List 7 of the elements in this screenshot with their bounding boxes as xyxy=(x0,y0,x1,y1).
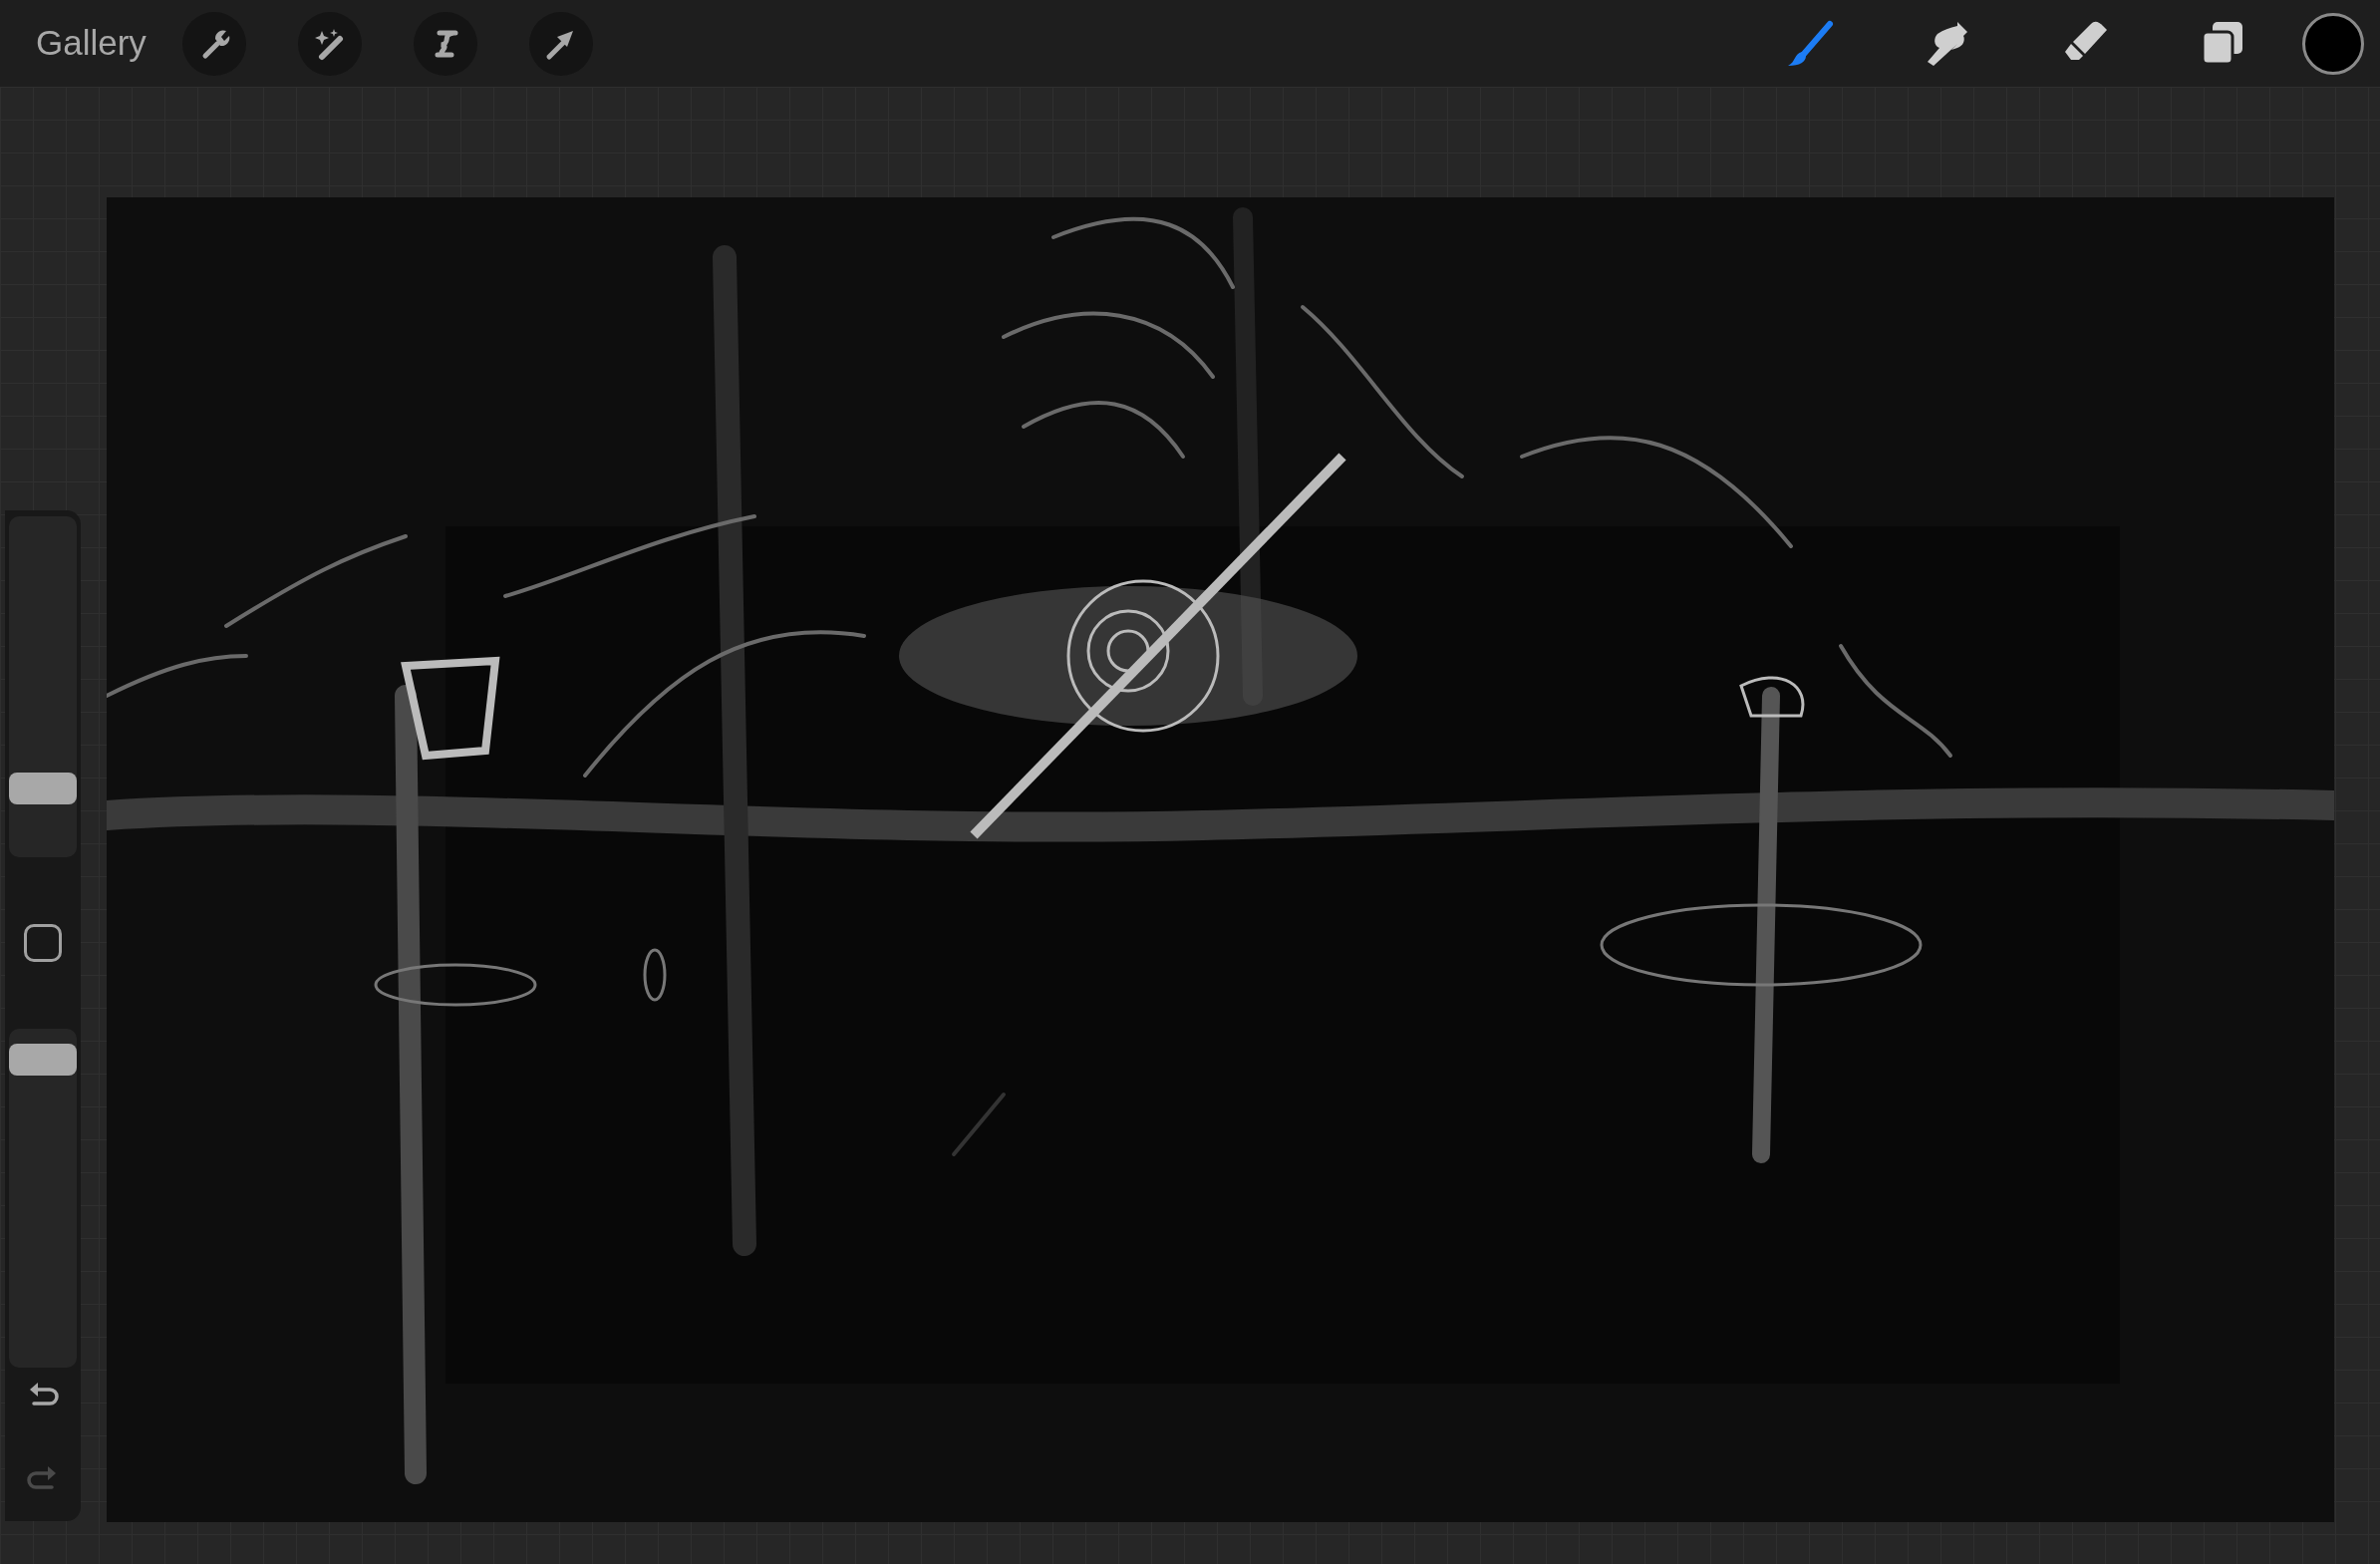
slider-thumb[interactable] xyxy=(9,1044,77,1076)
slider-thumb[interactable] xyxy=(9,773,77,804)
brush-size-slider[interactable] xyxy=(9,516,77,857)
square-button[interactable] xyxy=(24,924,62,962)
opacity-slider[interactable] xyxy=(9,1029,77,1368)
gallery-button[interactable]: Gallery xyxy=(36,17,147,70)
paintbrush-icon xyxy=(1786,19,1834,68)
